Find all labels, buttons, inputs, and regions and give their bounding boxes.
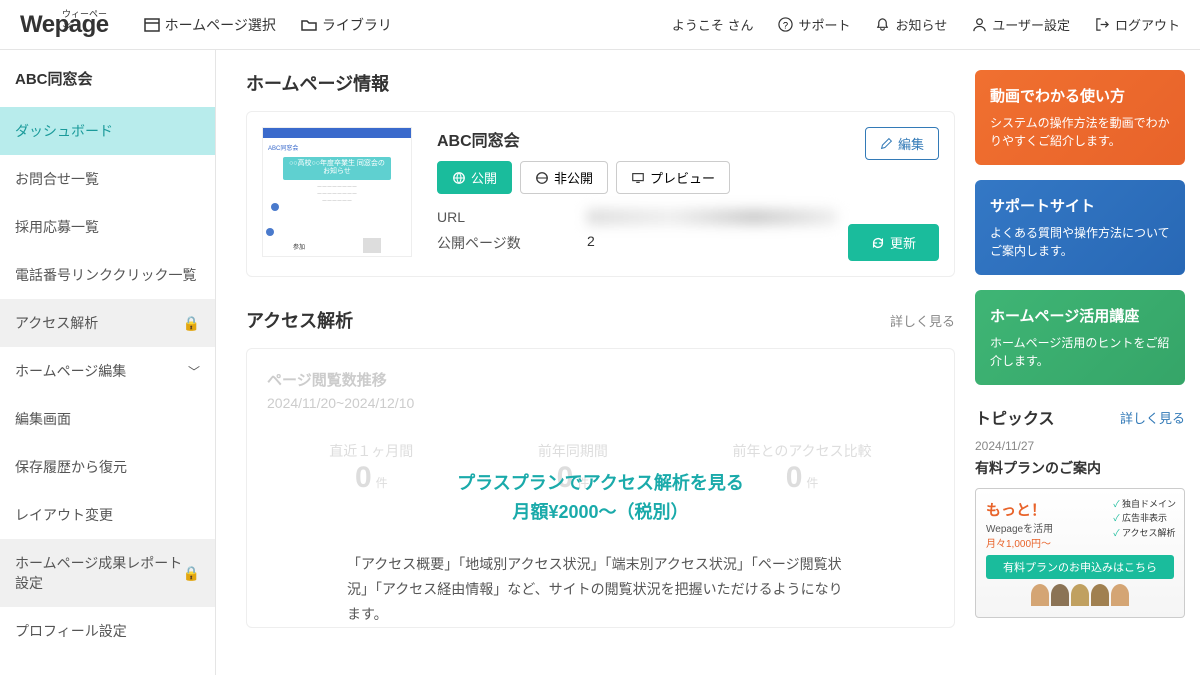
globe-off-icon <box>535 171 549 185</box>
nav-logout[interactable]: ログアウト <box>1095 15 1180 34</box>
chevron-down-icon: ﹀ <box>188 363 200 380</box>
topic-title: 有料プランのご案内 <box>975 458 1185 478</box>
nav-library[interactable]: ライブラリ <box>301 15 392 35</box>
globe-icon <box>452 171 466 185</box>
pencil-icon <box>880 137 893 150</box>
lock-icon: 🔒 <box>183 565 200 582</box>
section-title-analytics: アクセス解析 詳しく見る <box>246 307 955 333</box>
topic-banner-paid-plan[interactable]: もっと！ Wepageを活用 月々1,000円〜 独自ドメイン 広告非表示 アク… <box>975 488 1185 618</box>
brand-logo[interactable]: ウィーページ Wepage <box>20 11 109 39</box>
preview-button[interactable]: プレビュー <box>616 161 730 194</box>
pages-value: 2 <box>587 233 595 253</box>
topic-date: 2024/11/27 <box>975 439 1185 453</box>
sidebar-item-dashboard[interactable]: ダッシュボード <box>0 107 215 155</box>
sidebar-item-recruit[interactable]: 採用応募一覧 <box>0 203 215 251</box>
sidebar-item-edit-homepage[interactable]: ホームページ編集﹀ <box>0 347 215 395</box>
nav-support[interactable]: ? サポート <box>778 15 850 34</box>
faded-chart-title: ページ閲覧数推移 <box>267 369 934 390</box>
edit-button[interactable]: 編集 <box>865 127 939 160</box>
svg-text:?: ? <box>783 20 788 30</box>
pages-label: 公開ページ数 <box>437 233 527 253</box>
bell-icon <box>875 17 890 32</box>
url-value-blurred <box>587 209 837 225</box>
homepage-info-card: ABC同窓会 ○○高校○○年度卒業生 同窓会のお知らせ ーーーーーーーーーーーー… <box>246 111 955 277</box>
lock-icon: 🔒 <box>183 315 200 332</box>
analytics-more-link[interactable]: 詳しく見る <box>890 311 955 330</box>
section-title-homepage-info: ホームページ情報 <box>246 70 955 96</box>
monitor-icon <box>631 171 645 185</box>
sidebar-item-analytics[interactable]: アクセス解析🔒 <box>0 299 215 347</box>
site-name: ABC同窓会 <box>437 127 939 151</box>
sidebar-site-title: ABC同窓会 <box>0 50 215 107</box>
sidebar-item-report-settings[interactable]: ホームページ成果レポート設定🔒 <box>0 539 215 607</box>
folder-icon <box>301 17 317 33</box>
promo-card-video-guide[interactable]: 動画でわかる使い方システムの操作方法を動画でわかりやすくご紹介します。 <box>975 70 1185 165</box>
faded-date-range: 2024/11/20~2024/12/10 <box>267 395 934 411</box>
promo-card-support-site[interactable]: サポートサイトよくある質問や操作方法についてご案内します。 <box>975 180 1185 275</box>
nav-news[interactable]: お知らせ <box>875 15 947 34</box>
site-thumbnail[interactable]: ABC同窓会 ○○高校○○年度卒業生 同窓会のお知らせ ーーーーーーーーーーーー… <box>262 127 412 257</box>
sidebar-item-restore[interactable]: 保存履歴から復元 <box>0 443 215 491</box>
logout-icon <box>1095 17 1110 32</box>
brand-ruby: ウィーページ <box>62 7 109 33</box>
sidebar-item-inquiries[interactable]: お問合せ一覧 <box>0 155 215 203</box>
sidebar-item-edit-screen[interactable]: 編集画面 <box>0 395 215 443</box>
sidebar: ABC同窓会 ダッシュボード お問合せ一覧 採用応募一覧 電話番号リンククリック… <box>0 50 216 675</box>
help-icon: ? <box>778 17 793 32</box>
analytics-card: ページ閲覧数推移 2024/11/20~2024/12/10 直近１ヶ月間0 件… <box>246 348 955 628</box>
welcome-text: ようこそ さん <box>672 15 754 34</box>
refresh-icon <box>871 236 885 250</box>
sidebar-item-layout-change[interactable]: レイアウト変更 <box>0 491 215 539</box>
topics-more-link[interactable]: 詳しく見る <box>1120 408 1185 427</box>
topics-heading: トピックス 詳しく見る <box>975 405 1185 429</box>
analytics-upgrade-promo: プラスプランでアクセス解析を見る 月額¥2000〜（税別） 「アクセス概要」「地… <box>247 469 954 627</box>
nav-user-settings[interactable]: ユーザー設定 <box>972 15 1070 34</box>
sidebar-item-profile[interactable]: プロフィール設定 <box>0 607 215 655</box>
promo-card-usage-course[interactable]: ホームページ活用講座ホームページ活用のヒントをご紹介します。 <box>975 290 1185 385</box>
pages-icon <box>144 17 160 33</box>
user-icon <box>972 17 987 32</box>
sidebar-item-tel-clicks[interactable]: 電話番号リンククリック一覧 <box>0 251 215 299</box>
unpublish-button[interactable]: 非公開 <box>520 161 608 194</box>
nav-home-select[interactable]: ホームページ選択 <box>144 15 276 35</box>
update-button[interactable]: 更新 <box>848 224 939 261</box>
publish-button[interactable]: 公開 <box>437 161 512 194</box>
url-label: URL <box>437 209 527 225</box>
